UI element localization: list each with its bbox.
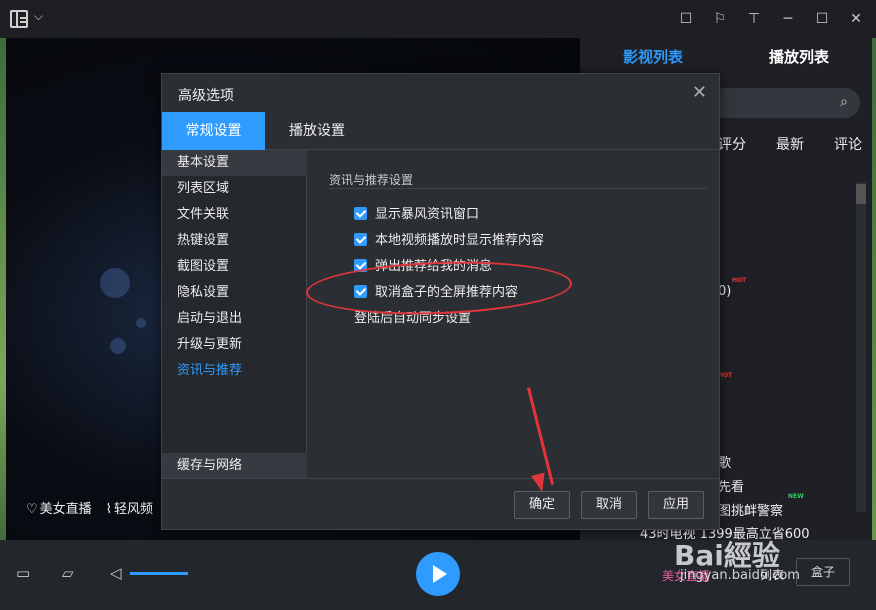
toolbox-icon[interactable]: ▭ bbox=[16, 564, 30, 582]
decorative-bubble bbox=[100, 268, 130, 298]
sidebar-item-updates[interactable]: 升级与更新 bbox=[162, 332, 307, 358]
live-link-label: 美女直播 bbox=[39, 502, 92, 517]
maximize-icon[interactable]: ☐ bbox=[812, 9, 832, 29]
message-icon[interactable]: ☐ bbox=[676, 9, 696, 29]
folder-icon[interactable]: ▱ bbox=[62, 564, 74, 582]
list-item[interactable]: 图挑衅警察 bbox=[718, 500, 783, 519]
tab-video-list[interactable]: 影视列表 bbox=[580, 38, 726, 76]
window-controls: ☐ ⚐ ⊤ ─ ☐ ✕ bbox=[676, 9, 866, 29]
scrollbar-thumb[interactable] bbox=[856, 184, 866, 204]
option-show-news-window[interactable]: 显示暴风资讯窗口 bbox=[354, 203, 479, 222]
tab-general-settings[interactable]: 常规设置 bbox=[162, 112, 265, 150]
decorative-bubble bbox=[136, 318, 146, 328]
settings-content: 资讯与推荐设置 显示暴风资讯窗口 本地视频播放时显示推荐内容 弹出推荐给我的消息… bbox=[308, 150, 719, 478]
dialog-tabs: 常规设置 播放设置 bbox=[162, 112, 719, 150]
skin-icon[interactable]: ⚐ bbox=[710, 9, 730, 29]
decorative-bubble bbox=[110, 338, 126, 354]
list-item[interactable]: 先看 bbox=[718, 476, 744, 495]
sidebar-item-startup-exit[interactable]: 启动与退出 bbox=[162, 306, 307, 332]
breeze-link-label: 轻风频 bbox=[114, 502, 154, 517]
background-landscape-right bbox=[872, 38, 876, 610]
option-label: 本地视频播放时显示推荐内容 bbox=[375, 233, 545, 248]
cancel-button[interactable]: 取消 bbox=[581, 491, 637, 519]
watermark-url: jingyan.baidu.com bbox=[680, 568, 800, 583]
list-item[interactable]: 0) bbox=[718, 284, 731, 299]
volume-slider[interactable] bbox=[130, 572, 188, 575]
category-tabs: 评分 最新 评论 bbox=[718, 134, 862, 154]
section-title: 资讯与推荐设置 bbox=[329, 173, 414, 187]
leaf-icon: ⌇ bbox=[105, 502, 113, 517]
title-bar: ⌵ ☐ ⚐ ⊤ ─ ☐ ✕ bbox=[0, 0, 876, 38]
live-link[interactable]: ♡ 美女直播 bbox=[26, 498, 92, 517]
breeze-link[interactable]: ⌇ 轻风频 bbox=[106, 498, 153, 517]
volume-icon[interactable]: ◁ bbox=[110, 564, 122, 582]
close-icon[interactable]: ✕ bbox=[692, 82, 707, 103]
divider bbox=[329, 188, 707, 189]
hot-badge: HOT bbox=[718, 372, 733, 379]
search-icon[interactable]: ⌕ bbox=[840, 94, 848, 110]
sidebar-item-news-recommend[interactable]: 资讯与推荐 bbox=[162, 358, 307, 384]
dialog-title: 高级选项 bbox=[178, 88, 234, 104]
shirt-icon[interactable]: ⊤ bbox=[744, 9, 764, 29]
list-scrollbar[interactable] bbox=[856, 182, 866, 512]
minimize-icon[interactable]: ─ bbox=[778, 9, 798, 29]
box-button[interactable]: 盒子 bbox=[796, 558, 850, 586]
dialog-footer: 确定 取消 应用 bbox=[162, 478, 719, 529]
heart-icon: ♡ bbox=[26, 502, 38, 517]
option-label: 显示暴风资讯窗口 bbox=[375, 207, 480, 222]
sidebar-item-file-association[interactable]: 文件关联 bbox=[162, 202, 307, 228]
sidebar-item-hotkeys[interactable]: 热键设置 bbox=[162, 228, 307, 254]
sidebar-item-list-area[interactable]: 列表区域 bbox=[162, 176, 307, 202]
sidebar-item-basic[interactable]: 基本设置 bbox=[162, 150, 307, 176]
tab-play-list[interactable]: 播放列表 bbox=[726, 38, 872, 76]
search-input[interactable]: ⌕ bbox=[710, 88, 860, 118]
category-comments[interactable]: 评论 bbox=[834, 134, 862, 154]
sidebar-item-cache-network[interactable]: 缓存与网络 bbox=[162, 453, 307, 479]
menu-logo-icon[interactable] bbox=[10, 10, 28, 28]
category-latest[interactable]: 最新 bbox=[776, 134, 804, 154]
option-local-video-recommend[interactable]: 本地视频播放时显示推荐内容 bbox=[354, 229, 544, 248]
play-button[interactable] bbox=[416, 552, 460, 596]
right-panel-tabs: 影视列表 播放列表 bbox=[580, 38, 872, 76]
close-icon[interactable]: ✕ bbox=[846, 9, 866, 29]
category-rating[interactable]: 评分 bbox=[718, 134, 746, 154]
new-badge: NEW bbox=[788, 493, 804, 500]
checkbox-checked-icon[interactable] bbox=[354, 207, 367, 220]
chevron-down-icon[interactable]: ⌵ bbox=[34, 9, 43, 24]
hot-badge: HOT bbox=[732, 277, 747, 284]
settings-sidebar: 基本设置 列表区域 文件关联 热键设置 截图设置 隐私设置 启动与退出 升级与更… bbox=[162, 150, 307, 478]
sidebar-item-privacy[interactable]: 隐私设置 bbox=[162, 280, 307, 306]
video-links: ♡ 美女直播 ⌇ 轻风频 bbox=[26, 498, 153, 517]
ok-button[interactable]: 确定 bbox=[514, 491, 570, 519]
apply-button[interactable]: 应用 bbox=[648, 491, 704, 519]
tab-playback-settings[interactable]: 播放设置 bbox=[265, 112, 369, 150]
checkbox-checked-icon[interactable] bbox=[354, 233, 367, 246]
sidebar-item-screenshot[interactable]: 截图设置 bbox=[162, 254, 307, 280]
